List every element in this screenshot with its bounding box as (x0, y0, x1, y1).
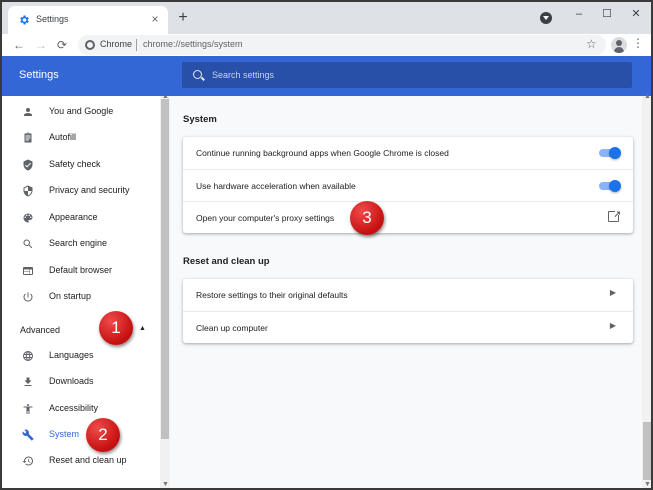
sidebar-item-label: Search engine (49, 238, 108, 248)
forward-button[interactable]: → (32, 36, 50, 54)
system-section-title: System (183, 114, 217, 125)
scroll-down-icon[interactable]: ▼ (644, 481, 651, 488)
sidebar-scroll-thumb[interactable] (161, 99, 169, 439)
sidebar-item-safety-check[interactable]: Safety check (2, 152, 158, 178)
search-placeholder: Search settings (212, 70, 275, 80)
sidebar-item-downloads[interactable]: Downloads (2, 369, 158, 395)
reset-section-title: Reset and clean up (183, 256, 270, 267)
gear-icon (20, 15, 29, 25)
address-url: chrome://settings/system (143, 39, 243, 49)
sidebar-item-languages[interactable]: Languages (2, 343, 158, 369)
sidebar-item-label: Downloads (49, 376, 94, 386)
system-card: Continue running background apps when Go… (183, 137, 633, 233)
sidebar-item-search-engine[interactable]: Search engine (2, 231, 158, 257)
power-icon (21, 290, 34, 303)
chevron-right-icon: ▶ (609, 321, 616, 330)
hardware-acceleration-row[interactable]: Use hardware acceleration when available (183, 169, 633, 201)
address-bar[interactable]: Chrome chrome://settings/system ☆ (78, 35, 606, 55)
caret-up-icon[interactable]: ▲ (139, 325, 146, 332)
sidebar-item-privacy[interactable]: Privacy and security (2, 178, 158, 204)
search-icon (21, 237, 34, 250)
toolbar: ← → ⟳ Chrome chrome://settings/system ☆ … (2, 34, 651, 56)
sidebar-item-accessibility[interactable]: Accessibility (2, 396, 158, 422)
sidebar-item-label: Reset and clean up (49, 455, 127, 465)
sidebar-item-label: Privacy and security (49, 185, 130, 195)
address-scheme-label: Chrome (100, 39, 133, 49)
profile-avatar[interactable] (611, 37, 627, 53)
sidebar-item-label: Languages (49, 350, 94, 360)
sidebar-item-label: Appearance (49, 212, 98, 222)
browser-icon (21, 264, 34, 277)
browser-window: Settings × + – ☐ ✕ ← → ⟳ Chrome chrome:/… (0, 0, 653, 490)
shield-icon (21, 184, 34, 197)
sidebar-item-reset[interactable]: Reset and clean up (2, 448, 158, 474)
row-label: Restore settings to their original defau… (196, 290, 348, 300)
bookmark-star-icon[interactable]: ☆ (586, 37, 597, 51)
person-icon (21, 105, 34, 118)
chrome-page-icon (85, 40, 95, 50)
row-label: Continue running background apps when Go… (196, 148, 449, 158)
sidebar-item-label: On startup (49, 291, 92, 301)
tab-close-icon[interactable]: × (148, 12, 162, 26)
sidebar-item-appearance[interactable]: Appearance (2, 205, 158, 231)
scroll-up-icon[interactable]: ▲ (644, 93, 651, 100)
hardware-acceleration-toggle[interactable] (599, 180, 621, 192)
proxy-settings-row[interactable]: Open your computer's proxy settings ↗ (183, 201, 633, 233)
tab-search-icon[interactable] (540, 12, 552, 24)
sidebar-item-on-startup[interactable]: On startup (2, 284, 158, 310)
globe-icon (21, 349, 34, 362)
sidebar-item-label: Autofill (49, 132, 77, 142)
open-external-arrow-icon: ↗ (613, 209, 621, 219)
restore-icon (21, 454, 34, 467)
sidebar-item-autofill[interactable]: Autofill (2, 125, 158, 151)
search-settings-input[interactable]: Search settings (182, 62, 632, 88)
accessibility-icon (21, 402, 34, 415)
search-icon (193, 70, 202, 79)
sidebar-item-label: You and Google (49, 106, 114, 116)
minimize-button[interactable]: – (567, 5, 591, 23)
callout-2: 2 (86, 418, 120, 452)
row-label: Clean up computer (196, 323, 268, 333)
row-label: Open your computer's proxy settings (196, 213, 335, 223)
tab-strip: Settings × + – ☐ ✕ (2, 2, 651, 34)
new-tab-button[interactable]: + (174, 9, 192, 27)
chevron-right-icon: ▶ (609, 288, 616, 297)
callout-1: 1 (99, 311, 133, 345)
reset-card: Restore settings to their original defau… (183, 279, 633, 343)
clipboard-icon (21, 131, 34, 144)
settings-header: Settings Search settings (2, 56, 651, 96)
row-label: Use hardware acceleration when available (196, 181, 356, 191)
main-content: System Continue running background apps … (170, 96, 642, 488)
sidebar-item-label: Safety check (49, 159, 101, 169)
palette-icon (21, 211, 34, 224)
address-separator (136, 39, 137, 51)
callout-3: 3 (350, 201, 384, 235)
sidebar-item-label: Accessibility (49, 403, 99, 413)
wrench-icon (21, 428, 34, 441)
background-apps-toggle[interactable] (599, 147, 621, 159)
sidebar-item-you-and-google[interactable]: You and Google (2, 99, 158, 125)
tab-title: Settings (36, 14, 69, 24)
more-menu-icon[interactable]: ⋮ (632, 36, 644, 50)
sidebar-item-system[interactable]: System (2, 422, 158, 448)
sidebar-item-default-browser[interactable]: Default browser (2, 258, 158, 284)
main-scroll-thumb[interactable] (643, 422, 651, 480)
reload-button[interactable]: ⟳ (53, 36, 71, 54)
background-apps-row[interactable]: Continue running background apps when Go… (183, 137, 633, 169)
clean-up-computer-row[interactable]: Clean up computer ▶ (183, 311, 633, 343)
sidebar-item-label: System (49, 429, 80, 439)
restore-defaults-row[interactable]: Restore settings to their original defau… (183, 279, 633, 311)
advanced-section-toggle[interactable]: Advanced (20, 325, 60, 335)
page-title: Settings (19, 69, 59, 81)
scroll-down-icon[interactable]: ▼ (162, 481, 169, 488)
maximize-button[interactable]: ☐ (595, 5, 619, 23)
sidebar-scrollbar[interactable]: ▲ ▼ (160, 96, 170, 488)
tab-settings[interactable]: Settings × (8, 6, 168, 34)
main-scrollbar[interactable]: ▲ ▼ (642, 93, 651, 488)
download-icon (21, 375, 34, 388)
close-window-button[interactable]: ✕ (624, 5, 648, 23)
sidebar-item-label: Default browser (49, 265, 113, 275)
shield-check-icon (21, 158, 34, 171)
back-button[interactable]: ← (10, 36, 28, 54)
